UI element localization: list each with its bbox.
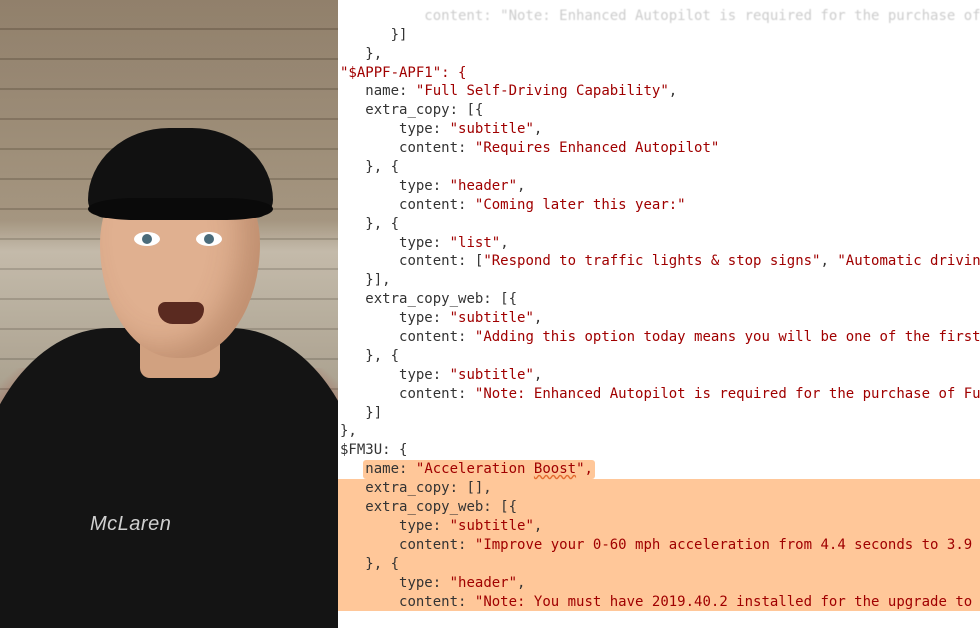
code-str: "Automatic drivin [837,253,980,269]
code-key: $FM3U: { [340,442,407,458]
code-prop: extra_copy_web: [{ [365,291,517,307]
code-brace: }], [365,272,390,288]
underline-word: Boost [534,461,576,477]
code-str: "Adding this option today means you will… [475,329,980,345]
code-str: "Note: You must have 2019.40.2 installed… [475,594,980,610]
code-str: "Full Self-Driving Capability" [416,83,669,99]
code-str: "Coming later this year:" [475,197,686,213]
code-brace: }, { [365,159,399,175]
code-str: "list" [450,235,501,251]
highlight-name-line: name: "Acceleration Boost", [363,460,595,479]
code-brace: }, [340,423,357,439]
code-str: "Respond to traffic lights & stop signs" [483,253,820,269]
code-line: }, [340,46,382,62]
code-prop: content: [399,140,466,156]
code-str: "Improve your 0-60 mph acceleration from… [475,537,980,553]
code-str: "header" [450,178,517,194]
eye-left [134,232,160,246]
highlight-block: extra_copy: [], extra_copy_web: [{ type:… [338,479,980,611]
code-brace: }, { [365,556,399,572]
code-str: "header" [450,575,517,591]
code-str: "subtitle" [450,310,534,326]
shirt-logo-text: McLaren [90,511,171,538]
code-line: }] [340,27,407,43]
code-prop: extra_copy: [{ [365,102,483,118]
code-str: "subtitle" [450,518,534,534]
code-brace: }, { [365,216,399,232]
code-prop: name: [365,83,407,99]
code-viewer[interactable]: content: "Note: Enhanced Autopilot is re… [338,0,980,628]
code-str: "Requires Enhanced Autopilot" [475,140,719,156]
code-prop: extra_copy: [], [365,480,491,496]
code-line-faded: content: "Note: Enhanced Autopilot is re… [340,8,980,24]
cap-brim [88,198,273,220]
code-content: content: "Note: Enhanced Autopilot is re… [338,0,980,628]
code-key: "$APPF-APF1": { [340,65,466,81]
presenter-photo: McLaren [0,0,338,628]
code-str: "subtitle" [450,121,534,137]
code-prop: type: [399,121,441,137]
code-brace: }, { [365,348,399,364]
code-str: "subtitle" [450,367,534,383]
code-str: "Note: Enhanced Autopilot is required fo… [475,386,980,402]
eye-right [196,232,222,246]
code-prop: extra_copy_web: [{ [365,499,517,515]
code-brace: }] [365,405,382,421]
mouth [158,302,204,324]
